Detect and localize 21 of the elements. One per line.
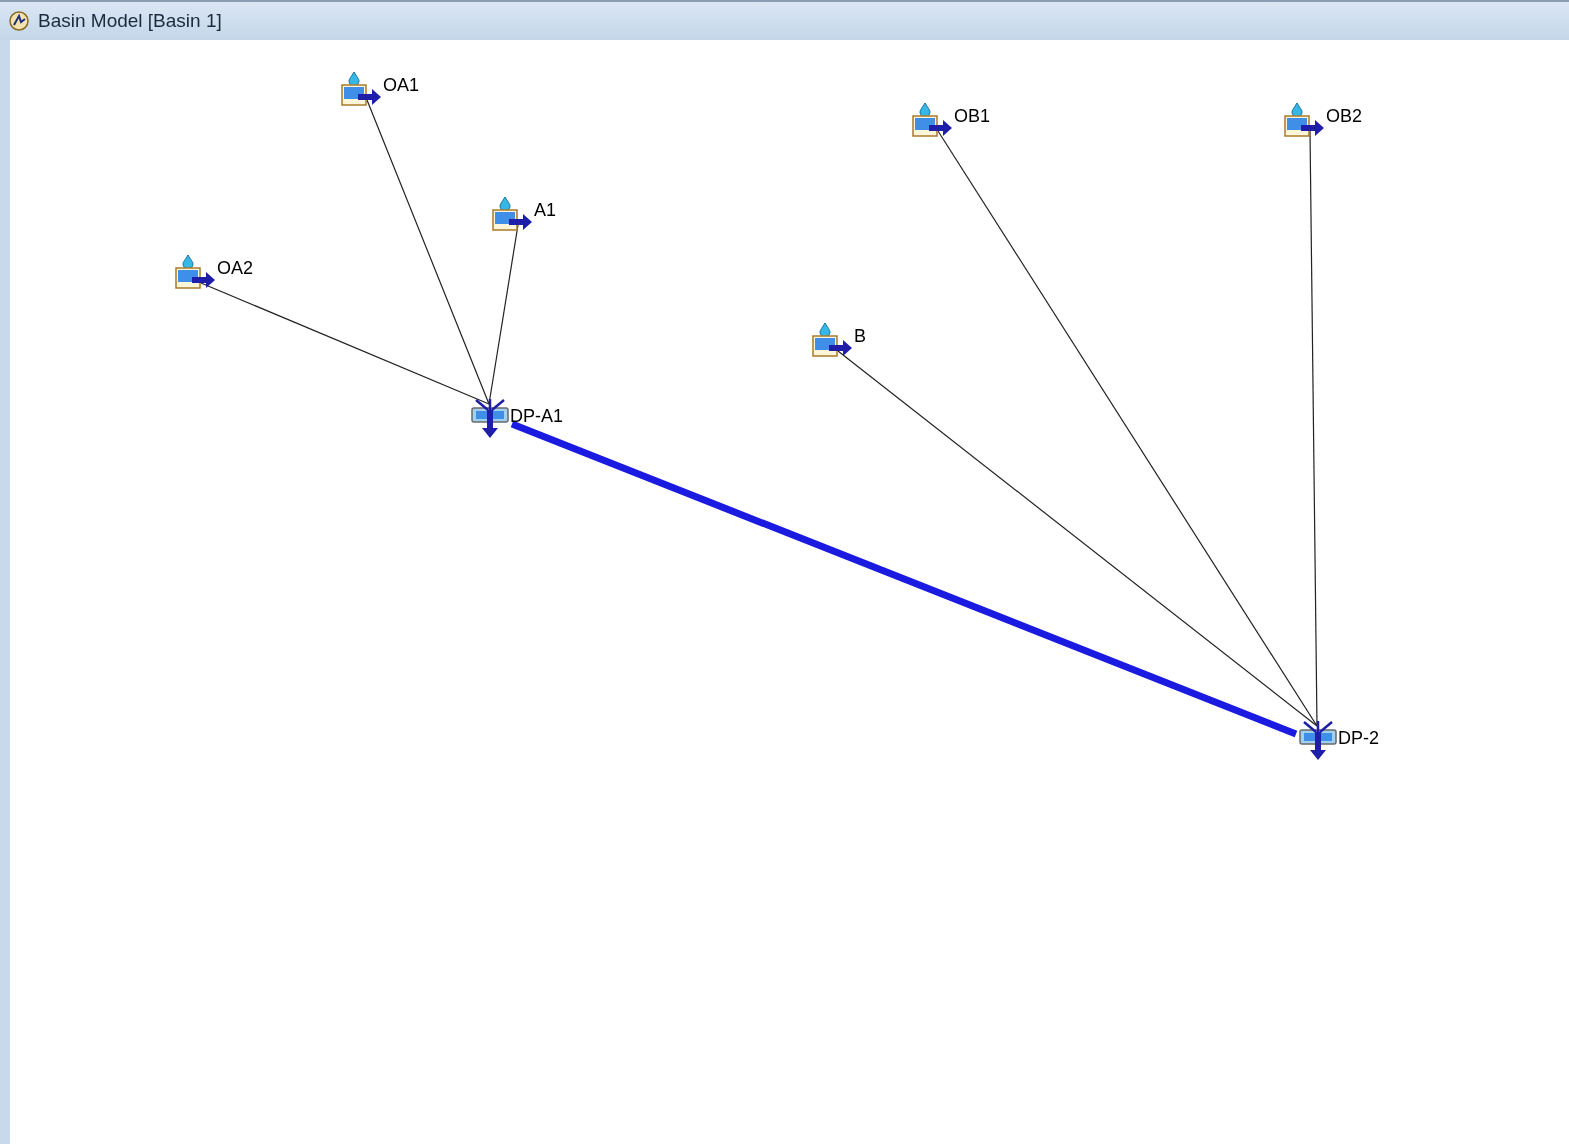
node-label: OA1 xyxy=(383,76,420,94)
subbasin-icon[interactable] xyxy=(812,321,854,359)
subbasin-icon[interactable] xyxy=(175,253,217,291)
node-label: DP-A1 xyxy=(510,407,563,425)
node-label: B xyxy=(854,327,866,345)
subbasin-icon[interactable] xyxy=(1284,101,1326,139)
node-label: OA2 xyxy=(217,259,254,277)
junction-icon[interactable] xyxy=(470,398,510,440)
connector-line[interactable] xyxy=(837,350,1318,727)
subbasin-icon[interactable] xyxy=(912,101,954,139)
junction-icon[interactable] xyxy=(1298,720,1338,762)
node-label: OB1 xyxy=(954,107,991,125)
reach-line[interactable] xyxy=(510,420,1298,738)
node-label: DP-2 xyxy=(1338,729,1379,747)
node-label: A1 xyxy=(534,201,557,219)
subbasin-icon[interactable] xyxy=(341,70,383,108)
connector-line[interactable] xyxy=(1309,130,1318,727)
app-icon xyxy=(8,10,30,32)
window-title: Basin Model [Basin 1] xyxy=(38,8,222,33)
node-label: OB2 xyxy=(1326,107,1363,125)
subbasin-icon[interactable] xyxy=(492,195,534,233)
